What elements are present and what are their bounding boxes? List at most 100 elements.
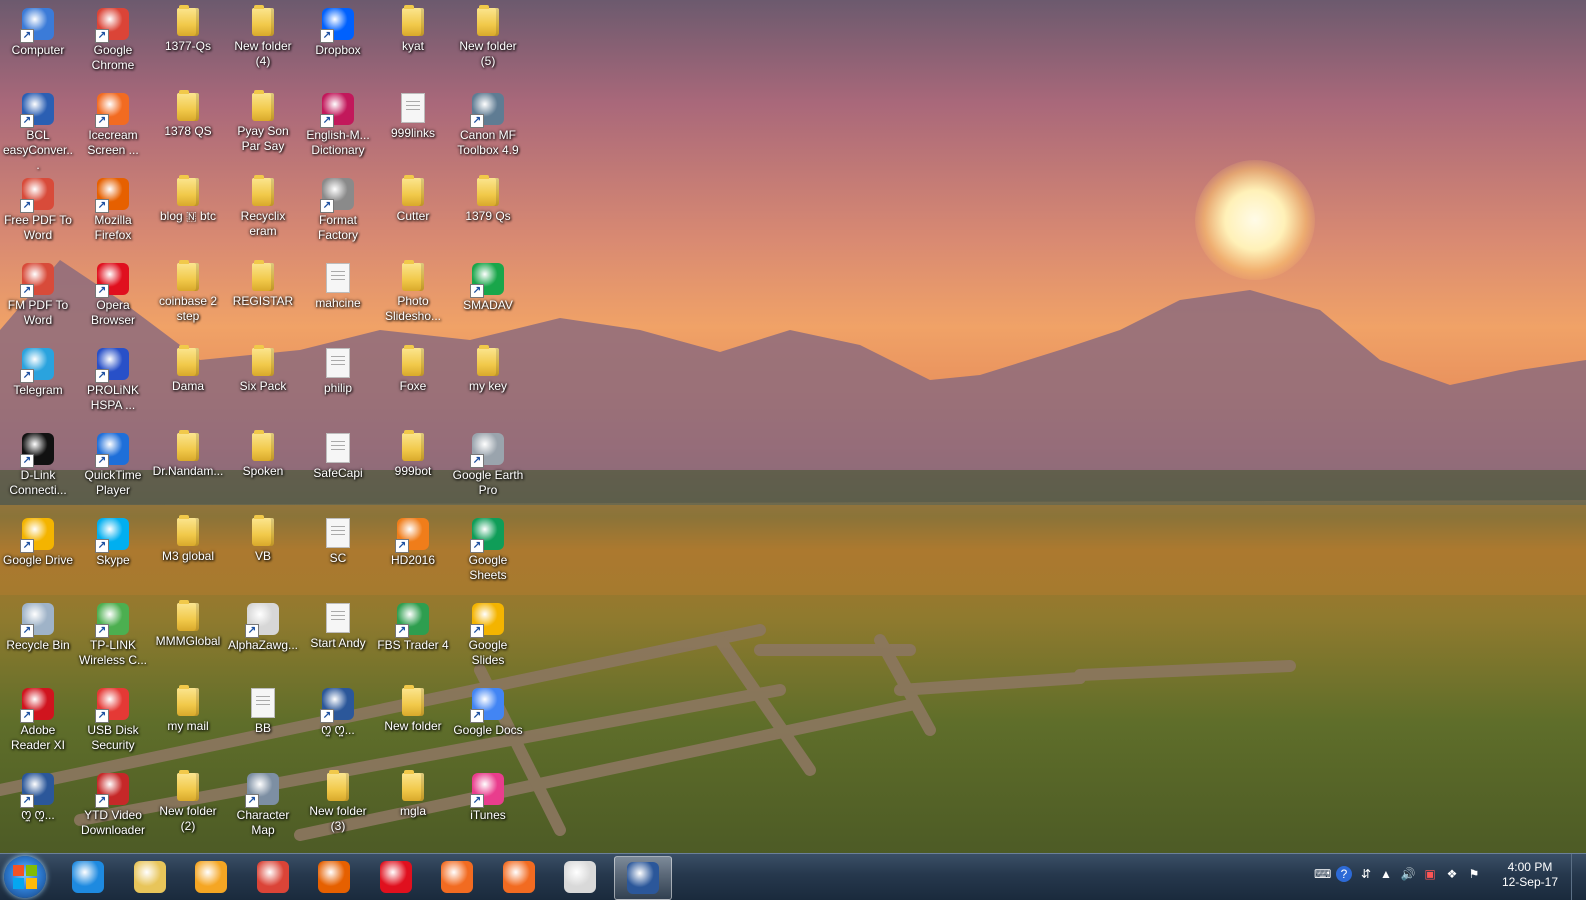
desktop-icon[interactable]: Dama xyxy=(150,343,226,394)
desktop-icon[interactable]: mahcine xyxy=(300,258,376,311)
desktop-icon[interactable]: Skype xyxy=(75,513,151,568)
desktop-icon[interactable]: my key xyxy=(450,343,526,394)
start-button[interactable] xyxy=(4,856,46,898)
desktop-icon[interactable]: iTunes xyxy=(450,768,526,823)
desktop-icon[interactable]: New folder (2) xyxy=(150,768,226,834)
network-icon[interactable]: ⇵ xyxy=(1358,866,1374,882)
folder-icon xyxy=(477,5,499,36)
desktop-icon[interactable]: MMMGlobal xyxy=(150,598,226,649)
desktop-icon[interactable]: Canon MF Toolbox 4.9 xyxy=(450,88,526,158)
network-error-icon[interactable]: ▣ xyxy=(1422,866,1438,882)
show-desktop-button[interactable] xyxy=(1571,854,1586,900)
desktop-icon[interactable]: 999bot xyxy=(375,428,451,479)
desktop-icon[interactable]: Google Earth Pro xyxy=(450,428,526,498)
taskbar-button-file-explorer[interactable] xyxy=(122,856,178,898)
help-icon[interactable]: ? xyxy=(1336,866,1352,882)
desktop-icon[interactable]: Mozilla Firefox xyxy=(75,173,151,243)
desktop-icon-label: coinbase 2 step xyxy=(158,294,218,323)
desktop-icon[interactable]: 999links xyxy=(375,88,451,141)
desktop-icon-label: M3 global xyxy=(161,549,215,563)
desktop-icon[interactable]: Icecream Screen ... xyxy=(75,88,151,158)
desktop-icon[interactable]: SC xyxy=(300,513,376,566)
desktop-icon[interactable]: coinbase 2 step xyxy=(150,258,226,324)
desktop-icon[interactable]: New folder (4) xyxy=(225,3,301,69)
desktop-icon[interactable]: Dr.Nandam... xyxy=(150,428,226,479)
desktop-icon[interactable]: Dropbox xyxy=(300,3,376,58)
desktop-icon[interactable]: philip xyxy=(300,343,376,396)
desktop-icon[interactable]: USB Disk Security xyxy=(75,683,151,753)
desktop-icon[interactable]: M3 global xyxy=(150,513,226,564)
desktop-icon[interactable]: Google Slides xyxy=(450,598,526,668)
desktop-icon[interactable]: 1379 Qs xyxy=(450,173,526,224)
desktop-icon[interactable]: New folder (3) xyxy=(300,768,376,834)
taskbar-button-media-player[interactable] xyxy=(183,856,239,898)
desktop-icon[interactable]: Opera Browser xyxy=(75,258,151,328)
desktop-icon[interactable]: SMADAV xyxy=(450,258,526,313)
taskbar-button-word[interactable] xyxy=(613,856,672,900)
desktop-icon-label: my key xyxy=(468,379,507,393)
desktop-icon[interactable]: ꯁꯨ ꯁꯨ... xyxy=(0,768,76,823)
desktop-icon[interactable]: blog 🇳 btc xyxy=(150,173,226,224)
desktop-icon[interactable]: BCL easyConver... xyxy=(0,88,76,173)
desktop-icon[interactable]: FBS Trader 4 xyxy=(375,598,451,653)
desktop-icon[interactable]: mgla xyxy=(375,768,451,819)
action-center-flag-icon[interactable]: ⚑ xyxy=(1466,866,1482,882)
desktop-icon[interactable]: Format Factory xyxy=(300,173,376,243)
keyboard-icon[interactable]: ⌨ xyxy=(1314,866,1331,882)
desktop-icon[interactable]: Photo Slidesho... xyxy=(375,258,451,324)
desktop-icon[interactable]: Google Drive xyxy=(0,513,76,568)
desktop-icon[interactable]: New folder xyxy=(375,683,451,734)
desktop-icon[interactable]: Computer xyxy=(0,3,76,58)
desktop-icon[interactable]: Character Map xyxy=(225,768,301,838)
volume-icon[interactable]: 🔊 xyxy=(1400,866,1416,882)
desktop-icon[interactable]: Free PDF To Word xyxy=(0,173,76,243)
taskbar-button-firefox[interactable] xyxy=(306,856,362,898)
desktop-icon[interactable]: AlphaZawg... xyxy=(225,598,301,653)
desktop-icon-label: mahcine xyxy=(315,296,361,310)
desktop-icon[interactable]: Cutter xyxy=(375,173,451,224)
desktop-icon[interactable]: TP-LINK Wireless C... xyxy=(75,598,151,668)
taskbar-button-paint[interactable] xyxy=(552,856,608,898)
desktop-icon[interactable]: Start Andy xyxy=(300,598,376,651)
desktop-icon[interactable]: Spoken xyxy=(225,428,301,479)
desktop-icon[interactable]: QuickTime Player xyxy=(75,428,151,498)
desktop-icon[interactable]: Telegram xyxy=(0,343,76,398)
desktop-icon[interactable]: Google Docs xyxy=(450,683,526,738)
desktop-icon[interactable]: Recycle Bin xyxy=(0,598,76,653)
desktop-icon-label: Google Chrome xyxy=(91,43,135,72)
desktop-icon[interactable]: English-M... Dictionary xyxy=(300,88,376,158)
app-shortcut-icon xyxy=(95,433,129,468)
show-hidden-icons-icon[interactable]: ▲ xyxy=(1378,866,1394,882)
desktop-icon[interactable]: YTD Video Downloader xyxy=(75,768,151,838)
desktop-icon[interactable]: VB xyxy=(225,513,301,564)
desktop-wallpaper[interactable]: Computer Google Chrome 1377-Qs New folder (… xyxy=(0,0,1586,860)
desktop-icon[interactable]: my mail xyxy=(150,683,226,734)
desktop-icon[interactable]: ꯁꯨ ꯁꯨ... xyxy=(300,683,376,738)
desktop-icon[interactable]: SafeCapi xyxy=(300,428,376,481)
desktop-icon[interactable]: Foxe xyxy=(375,343,451,394)
dropbox-tray-icon[interactable]: ❖ xyxy=(1444,866,1460,882)
desktop-icon[interactable]: D-Link Connecti... xyxy=(0,428,76,498)
desktop-icon[interactable]: PROLiNK HSPA ... xyxy=(75,343,151,413)
desktop-icon[interactable]: Adobe Reader XI xyxy=(0,683,76,753)
desktop-icon[interactable]: Google Sheets xyxy=(450,513,526,583)
desktop-icon[interactable]: FM PDF To Word xyxy=(0,258,76,328)
app-shortcut-icon xyxy=(20,263,54,298)
taskbar-button-icecream-recorder[interactable] xyxy=(429,856,485,898)
desktop-icon[interactable]: Recyclix eram xyxy=(225,173,301,239)
desktop-icon[interactable]: 1377-Qs xyxy=(150,3,226,54)
desktop-icon[interactable]: BB xyxy=(225,683,301,736)
taskbar-button-opera[interactable] xyxy=(368,856,424,898)
taskbar-button-internet-explorer[interactable] xyxy=(60,856,116,898)
desktop-icon[interactable]: New folder (5) xyxy=(450,3,526,69)
desktop-icon[interactable]: Google Chrome xyxy=(75,3,151,73)
desktop-icon[interactable]: Pyay Son Par Say xyxy=(225,88,301,154)
desktop-icon[interactable]: REGISTAR xyxy=(225,258,301,309)
taskbar-button-icecream-screenshot[interactable] xyxy=(491,856,547,898)
desktop-icon[interactable]: HD2016 xyxy=(375,513,451,568)
taskbar-button-chrome[interactable] xyxy=(245,856,301,898)
desktop-icon[interactable]: 1378 QS xyxy=(150,88,226,139)
desktop-icon[interactable]: kyat xyxy=(375,3,451,54)
clock[interactable]: 4:00 PM 12-Sep-17 xyxy=(1502,860,1558,890)
desktop-icon[interactable]: Six Pack xyxy=(225,343,301,394)
